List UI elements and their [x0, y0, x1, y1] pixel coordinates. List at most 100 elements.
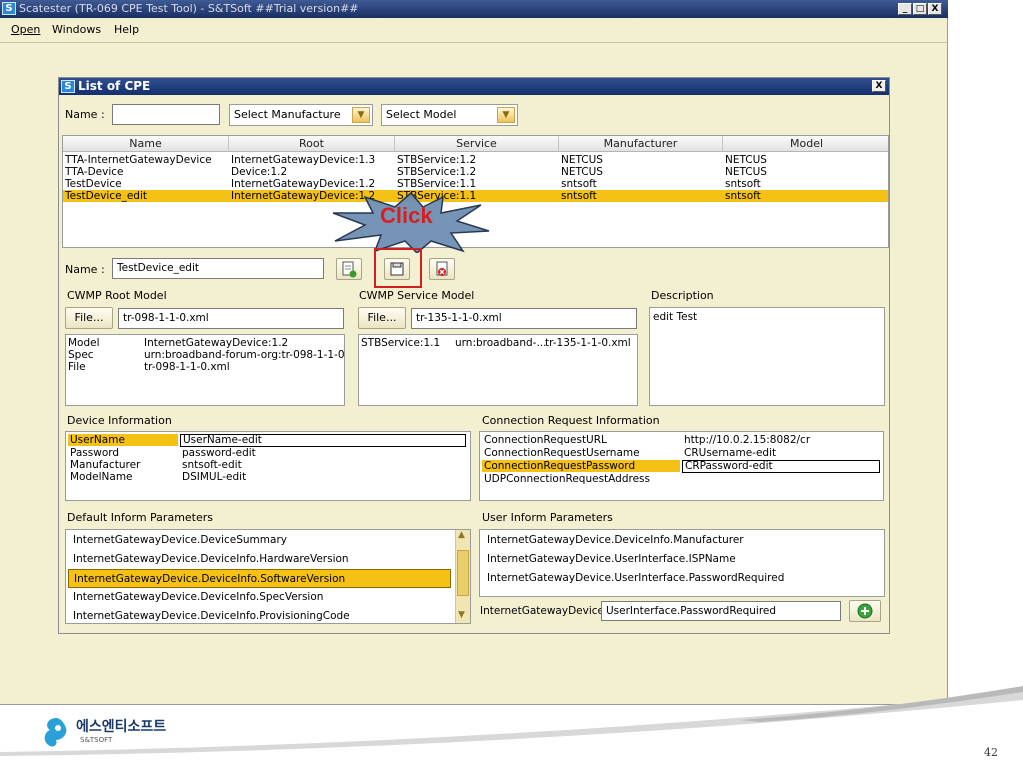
- service-name: STBService:1.1: [361, 337, 441, 349]
- chevron-down-icon: ▼: [352, 107, 370, 123]
- device-info-row[interactable]: Manufacturer sntsoft-edit: [68, 459, 468, 471]
- company-name-english: S&TSOFT: [80, 736, 113, 744]
- cell-manufacturer: NETCUS: [561, 166, 603, 178]
- connection-key: ConnectionRequestURL: [484, 434, 607, 446]
- app-logo-icon: S: [2, 2, 16, 15]
- device-info-value-editing[interactable]: UserName-edit: [180, 434, 466, 447]
- scroll-down-icon[interactable]: ▼: [458, 610, 465, 620]
- default-inform-scrollbar[interactable]: ▲ ▼: [455, 530, 470, 623]
- cpe-table-header: Name Root Service Manufacturer Model: [63, 136, 888, 152]
- save-button-highlight: [374, 248, 422, 288]
- connection-row[interactable]: ConnectionRequestPassword CRPassword-edi…: [482, 460, 882, 473]
- device-info-label: Device Information: [67, 414, 172, 427]
- detail-row: STBService:1.1 urn:broadband-... tr-135-…: [361, 337, 637, 349]
- minimize-button[interactable]: _: [898, 3, 912, 15]
- add-parameter-button[interactable]: [849, 600, 881, 622]
- cell-manufacturer: sntsoft: [561, 178, 597, 190]
- device-info-key: ModelName: [70, 471, 133, 483]
- default-inform-label: Default Inform Parameters: [67, 511, 214, 524]
- scroll-up-icon[interactable]: ▲: [458, 530, 465, 540]
- plus-circle-icon: [857, 603, 873, 619]
- menu-windows[interactable]: Windows: [52, 20, 101, 40]
- list-item-selected[interactable]: InternetGatewayDevice.DeviceInfo.Softwar…: [68, 569, 451, 588]
- service-file-input[interactable]: tr-135-1-1-0.xml: [411, 308, 637, 329]
- list-of-cpe-dialog: S List of CPE X Name : Select Manufactur…: [58, 77, 890, 634]
- cell-name: TTA-InternetGatewayDevice: [65, 154, 212, 166]
- detail-key: File: [68, 361, 86, 373]
- service-spec: urn:broadband-...: [455, 337, 547, 349]
- cwmp-service-label: CWMP Service Model: [359, 289, 475, 302]
- description-textarea[interactable]: edit Test: [649, 307, 885, 406]
- column-header-name[interactable]: Name: [63, 136, 229, 152]
- menu-open[interactable]: Open: [11, 20, 40, 40]
- cell-model: NETCUS: [725, 154, 767, 166]
- list-item[interactable]: InternetGatewayDevice.DeviceSummary: [68, 531, 451, 550]
- cell-model: sntsoft: [725, 190, 761, 202]
- device-info-row[interactable]: UserName UserName-edit: [68, 434, 468, 447]
- table-row[interactable]: TTA-InternetGatewayDevice InternetGatewa…: [63, 154, 888, 166]
- detail-row: Spec urn:broadband-forum-org:tr-098-1-1-…: [68, 349, 344, 361]
- manufacture-select[interactable]: Select Manufacture ▼: [229, 104, 373, 126]
- service-model-details: STBService:1.1 urn:broadband-... tr-135-…: [358, 334, 638, 406]
- list-item[interactable]: InternetGatewayDevice.DeviceInfo.Hardwar…: [68, 550, 451, 569]
- list-item[interactable]: InternetGatewayDevice.DeviceInfo.Manufac…: [482, 531, 882, 550]
- cell-root: InternetGatewayDevice:1.3: [231, 154, 376, 166]
- manufacture-select-value: Select Manufacture: [234, 108, 341, 121]
- dialog-titlebar: S List of CPE X: [59, 78, 889, 95]
- menu-bar: Open Windows Help: [0, 20, 948, 40]
- model-select[interactable]: Select Model ▼: [381, 104, 518, 126]
- connection-value-editing[interactable]: CRPassword-edit: [682, 460, 880, 473]
- cell-service: STBService:1.1: [397, 178, 477, 190]
- device-info-key: Manufacturer: [70, 459, 141, 471]
- connection-row[interactable]: UDPConnectionRequestAddress: [482, 473, 882, 485]
- root-file-input[interactable]: tr-098-1-1-0.xml: [118, 308, 344, 329]
- device-info-value: DSIMUL-edit: [182, 471, 247, 483]
- root-file-button[interactable]: File...: [65, 307, 113, 329]
- cell-manufacturer: NETCUS: [561, 154, 603, 166]
- detail-value: urn:broadband-forum-org:tr-098-1-1-0: [144, 349, 345, 361]
- delete-button[interactable]: [429, 258, 455, 280]
- app-title: Scatester (TR-069 CPE Test Tool) - S&TSo…: [19, 2, 359, 15]
- dialog-title: List of CPE: [78, 79, 151, 93]
- filter-name-input[interactable]: [112, 104, 220, 125]
- edit-name-input[interactable]: TestDevice_edit: [112, 258, 324, 279]
- connection-row[interactable]: ConnectionRequestUsername CRUsername-edi…: [482, 447, 882, 459]
- list-item[interactable]: InternetGatewayDevice.DeviceInfo.Provisi…: [68, 607, 451, 623]
- table-row[interactable]: TestDevice InternetGatewayDevice:1.2 STB…: [63, 178, 888, 190]
- list-item[interactable]: InternetGatewayDevice.UserInterface.ISPN…: [482, 550, 882, 569]
- maximize-button[interactable]: □: [913, 3, 927, 15]
- detail-row: File tr-098-1-1-0.xml: [68, 361, 344, 373]
- app-window: S Scatester (TR-069 CPE Test Tool) - S&T…: [0, 0, 948, 705]
- close-button[interactable]: X: [928, 3, 942, 15]
- dialog-logo-icon: S: [61, 80, 75, 93]
- connection-value: http://10.0.2.15:8082/cr: [684, 434, 811, 446]
- scroll-thumb[interactable]: [457, 550, 469, 596]
- company-logo-icon: [44, 718, 67, 747]
- column-header-manufacturer[interactable]: Manufacturer: [559, 136, 723, 152]
- column-header-service[interactable]: Service: [395, 136, 559, 152]
- cell-root: InternetGatewayDevice:1.2: [231, 178, 376, 190]
- service-file-button[interactable]: File...: [358, 307, 406, 329]
- list-item[interactable]: InternetGatewayDevice.UserInterface.Pass…: [482, 569, 882, 588]
- user-inform-input[interactable]: UserInterface.PasswordRequired: [601, 601, 841, 621]
- device-info-row[interactable]: ModelName DSIMUL-edit: [68, 471, 468, 483]
- detail-value: tr-098-1-1-0.xml: [144, 361, 230, 373]
- list-item[interactable]: InternetGatewayDevice.DeviceInfo.SpecVer…: [68, 588, 451, 607]
- dialog-close-button[interactable]: X: [872, 80, 886, 92]
- device-info-row[interactable]: Password password-edit: [68, 447, 468, 459]
- device-info-value: password-edit: [182, 447, 256, 459]
- user-inform-label: User Inform Parameters: [482, 511, 613, 524]
- menu-help[interactable]: Help: [114, 20, 139, 40]
- connection-key: ConnectionRequestUsername: [484, 447, 640, 459]
- table-row[interactable]: TTA-Device Device:1.2 STBService:1.2 NET…: [63, 166, 888, 178]
- user-inform-list: InternetGatewayDevice.DeviceInfo.Manufac…: [479, 529, 885, 597]
- column-header-root[interactable]: Root: [229, 136, 395, 152]
- device-info-key: UserName: [68, 434, 178, 446]
- chevron-down-icon: ▼: [497, 107, 515, 123]
- cell-model: NETCUS: [725, 166, 767, 178]
- detail-key: Spec: [68, 349, 94, 361]
- detail-key: Model: [68, 337, 100, 349]
- add-button[interactable]: [336, 258, 362, 280]
- connection-row[interactable]: ConnectionRequestURL http://10.0.2.15:80…: [482, 434, 882, 446]
- column-header-model[interactable]: Model: [723, 136, 888, 152]
